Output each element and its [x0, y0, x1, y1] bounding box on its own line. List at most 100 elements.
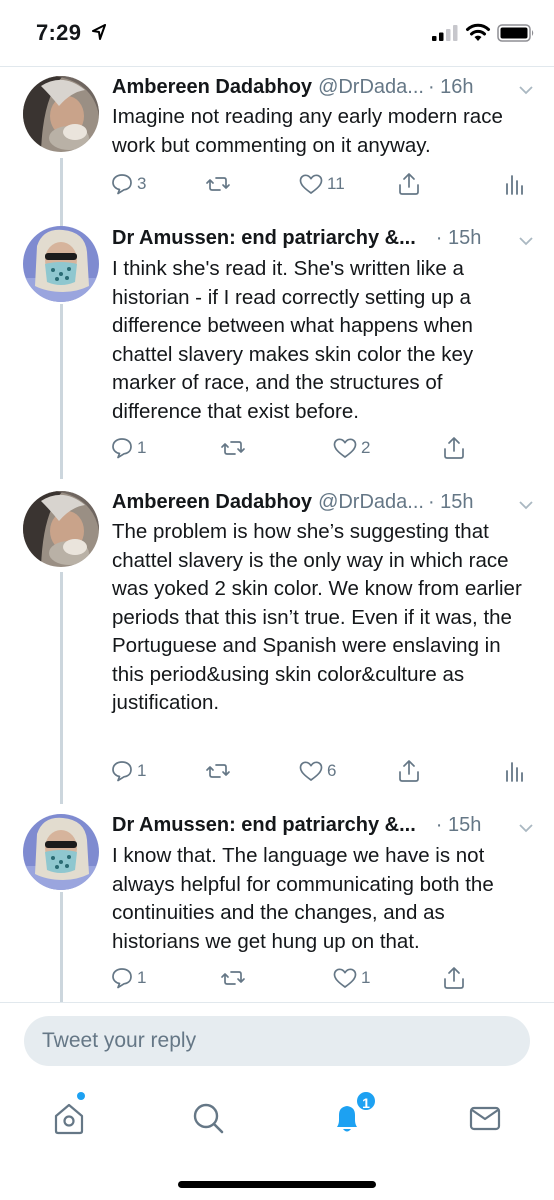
tab-search[interactable] — [186, 1096, 230, 1140]
tweet-actions: 1 1 — [110, 963, 530, 993]
tweet-actions: 3 11 — [110, 169, 530, 199]
reply-icon — [112, 174, 132, 195]
reply-icon — [112, 438, 132, 459]
tweet-timestamp: · 15h — [427, 491, 474, 513]
reply-icon — [112, 968, 132, 989]
reply-button[interactable]: 1 — [110, 756, 146, 786]
avatar-photo — [23, 491, 99, 567]
tab-bar: 1 — [0, 1080, 554, 1200]
tweet-header: Ambereen Dadabhoy @DrDada... · 15h — [112, 491, 534, 514]
share-icon — [399, 173, 419, 195]
reply-count: 1 — [137, 438, 147, 457]
tweet-header: Dr Amussen: end patriarchy &... · 15h — [112, 814, 534, 837]
heart-icon — [333, 968, 357, 988]
reply-button[interactable]: 1 — [110, 433, 146, 463]
reply-bar: Tweet your reply — [0, 1002, 554, 1080]
tweet-text: I know that. The language we have is not… — [112, 844, 494, 953]
reply-count: 3 — [137, 174, 147, 193]
analytics-icon — [506, 762, 523, 782]
like-button[interactable]: 11 — [298, 169, 345, 199]
retweet-icon — [206, 177, 230, 191]
wifi-icon — [466, 23, 490, 41]
tweet-text: I think she's read it. She's written lik… — [112, 257, 474, 423]
tweet-timestamp: · 15h — [435, 814, 482, 836]
retweet-icon — [206, 764, 230, 778]
retweet-icon — [221, 971, 245, 985]
like-button[interactable]: 6 — [298, 756, 336, 786]
reply-count: 1 — [137, 968, 147, 987]
chevron-down-icon[interactable] — [518, 235, 534, 247]
tweet-header: Ambereen Dadabhoy @DrDada... · 16h — [112, 76, 534, 99]
author-handle[interactable]: @DrDada... — [318, 491, 424, 514]
thread-line — [60, 892, 63, 1002]
cellular-signal-icon — [432, 25, 458, 41]
tab-messages[interactable] — [463, 1096, 507, 1140]
reply-icon — [112, 761, 132, 782]
chevron-down-icon[interactable] — [518, 499, 534, 511]
chevron-down-icon[interactable] — [518, 822, 534, 834]
analytics-button[interactable] — [504, 169, 524, 199]
author-name[interactable]: Dr Amussen: end patriarchy &... — [112, 227, 416, 250]
author-name[interactable]: Dr Amussen: end patriarchy &... — [112, 814, 416, 837]
share-button[interactable] — [397, 756, 421, 786]
home-icon — [54, 1103, 84, 1135]
tweet-header: Dr Amussen: end patriarchy &... · 15h — [112, 227, 534, 250]
share-icon — [444, 437, 464, 459]
retweet-button[interactable] — [205, 169, 234, 199]
analytics-icon — [506, 175, 523, 195]
thread-line — [60, 572, 63, 804]
avatar-photo — [23, 814, 99, 890]
reply-button[interactable]: 3 — [110, 169, 146, 199]
retweet-icon — [221, 441, 245, 455]
tweet-actions: 1 2 — [110, 433, 530, 463]
reply-input[interactable]: Tweet your reply — [24, 1016, 530, 1066]
share-button[interactable] — [397, 169, 421, 199]
like-count: 2 — [361, 438, 371, 457]
retweet-button[interactable] — [205, 756, 234, 786]
tweet-actions: 1 6 — [110, 756, 530, 786]
like-count: 6 — [327, 761, 337, 780]
like-button[interactable]: 1 — [332, 963, 370, 993]
share-icon — [444, 967, 464, 989]
status-bar: 7:29 — [0, 0, 554, 66]
thread-line — [60, 304, 63, 479]
analytics-button[interactable] — [504, 756, 524, 786]
status-time: 7:29 — [36, 20, 82, 45]
avatar[interactable] — [23, 226, 99, 302]
like-button[interactable]: 2 — [332, 433, 370, 463]
like-count: 1 — [361, 968, 371, 987]
retweet-button[interactable] — [220, 433, 249, 463]
heart-icon — [299, 174, 323, 194]
chevron-down-icon[interactable] — [518, 84, 534, 96]
avatar[interactable] — [23, 491, 99, 567]
author-handle[interactable]: @DrDada... — [318, 76, 424, 99]
notification-badge: 1 — [355, 1090, 377, 1112]
reply-count: 1 — [137, 761, 147, 780]
home-unread-dot — [77, 1092, 85, 1100]
location-arrow-icon — [92, 24, 106, 40]
like-count: 11 — [327, 174, 345, 193]
home-indicator — [178, 1181, 376, 1188]
retweet-button[interactable] — [220, 963, 249, 993]
avatar-photo — [23, 76, 99, 152]
tweet-text: The problem is how she’s suggesting that… — [112, 520, 522, 714]
tweet-timestamp: · 15h — [435, 227, 482, 249]
avatar[interactable] — [23, 76, 99, 152]
avatar-photo — [23, 226, 99, 302]
battery-icon — [497, 24, 534, 42]
heart-icon — [333, 438, 357, 458]
mail-icon — [469, 1106, 501, 1131]
reply-button[interactable]: 1 — [110, 963, 146, 993]
search-icon — [193, 1103, 224, 1134]
tab-home[interactable] — [47, 1096, 91, 1140]
tweet-text: Imagine not reading any early modern rac… — [112, 105, 503, 157]
share-icon — [399, 760, 419, 782]
author-name[interactable]: Ambereen Dadabhoy — [112, 76, 312, 99]
tweet-timestamp: · 16h — [427, 76, 474, 98]
divider — [0, 66, 554, 67]
share-button[interactable] — [442, 963, 466, 993]
avatar[interactable] — [23, 814, 99, 890]
share-button[interactable] — [442, 433, 466, 463]
author-name[interactable]: Ambereen Dadabhoy — [112, 491, 312, 514]
heart-icon — [299, 761, 323, 781]
